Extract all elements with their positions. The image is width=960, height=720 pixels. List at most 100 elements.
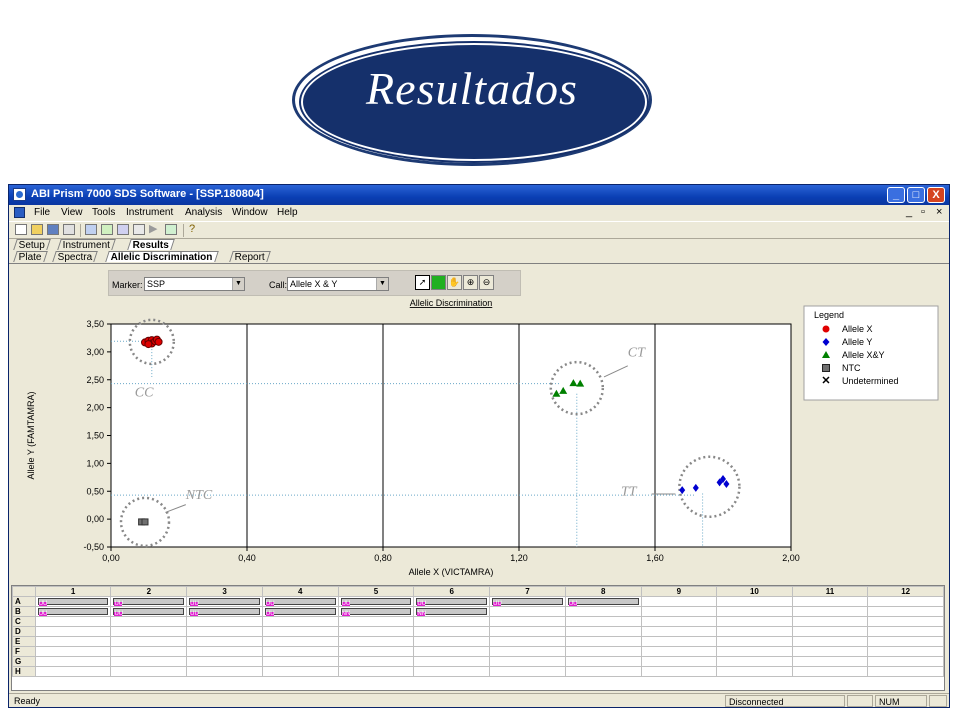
plate-well-empty[interactable] <box>110 626 188 637</box>
plate-well-empty[interactable] <box>716 656 793 667</box>
plate-well-empty[interactable] <box>791 646 869 657</box>
tab-instrument[interactable]: Instrument <box>57 239 117 251</box>
plate-well-empty[interactable] <box>791 626 869 637</box>
plate-well-empty[interactable] <box>867 636 944 647</box>
plate-well[interactable]: UU <box>34 596 112 607</box>
plate-well-empty[interactable] <box>413 636 491 647</box>
plate-well-empty[interactable] <box>867 646 944 657</box>
tab-spectra[interactable]: Spectra <box>52 251 99 263</box>
plate-well-empty[interactable] <box>867 626 944 637</box>
mdi-close-button[interactable]: × <box>936 206 942 218</box>
plate-well-empty[interactable] <box>110 636 188 647</box>
plate-well-empty[interactable] <box>186 626 263 637</box>
plate-well-empty[interactable] <box>34 656 112 667</box>
plate-well-empty[interactable] <box>640 656 718 667</box>
plate-column-header[interactable]: 1 <box>34 586 112 597</box>
plate-well-empty[interactable] <box>34 626 112 637</box>
plate-column-header[interactable]: 10 <box>716 586 793 597</box>
plate-well[interactable]: NN <box>413 606 491 617</box>
plate-well-empty[interactable] <box>564 626 642 637</box>
edit-icon[interactable] <box>101 224 113 235</box>
plate-well-empty[interactable] <box>867 616 944 627</box>
menu-window[interactable]: Window <box>232 207 268 218</box>
plate-well-empty[interactable] <box>34 666 112 677</box>
plate-well-empty[interactable] <box>413 616 491 627</box>
plate-well-empty[interactable] <box>716 666 793 677</box>
plate-well-empty[interactable] <box>110 666 188 677</box>
plate-well-empty[interactable] <box>791 596 869 607</box>
plate-well-empty[interactable] <box>791 666 869 677</box>
plate-well-empty[interactable] <box>489 636 566 647</box>
plate-well-empty[interactable] <box>186 616 263 627</box>
plate-well-empty[interactable] <box>564 646 642 657</box>
plate-well-empty[interactable] <box>791 606 869 617</box>
plate-column-header[interactable]: 7 <box>489 586 566 597</box>
plate-well-empty[interactable] <box>337 636 415 647</box>
plate-well-empty[interactable] <box>564 666 642 677</box>
plate-well-empty[interactable] <box>413 626 491 637</box>
menu-tools[interactable]: Tools <box>92 207 115 218</box>
plate-well-empty[interactable] <box>186 636 263 647</box>
menu-help[interactable]: Help <box>277 207 298 218</box>
plate-well-empty[interactable] <box>791 616 869 627</box>
plate-well-empty[interactable] <box>564 656 642 667</box>
plate-well-empty[interactable] <box>261 646 339 657</box>
plate-well-empty[interactable] <box>489 646 566 657</box>
plate-well-empty[interactable] <box>640 626 718 637</box>
plate-well[interactable]: UU <box>489 596 566 607</box>
plate-well-empty[interactable] <box>186 646 263 657</box>
plate-well-empty[interactable] <box>337 626 415 637</box>
plate-well-empty[interactable] <box>867 656 944 667</box>
plate-well-empty[interactable] <box>489 616 566 627</box>
plate-well-empty[interactable] <box>791 636 869 647</box>
document-icon[interactable] <box>14 207 25 218</box>
plate-well-empty[interactable] <box>337 666 415 677</box>
plate-well[interactable]: UU <box>261 596 339 607</box>
plate-column-header[interactable]: 12 <box>867 586 944 597</box>
save-icon[interactable] <box>47 224 59 235</box>
window-icon[interactable] <box>133 224 145 235</box>
plate-well-empty[interactable] <box>640 646 718 657</box>
mdi-restore-button[interactable]: ▫ <box>921 206 925 218</box>
plate-well-empty[interactable] <box>489 656 566 667</box>
plate-well-empty[interactable] <box>34 646 112 657</box>
menu-instrument[interactable]: Instrument <box>126 207 173 218</box>
plate-column-header[interactable]: 3 <box>186 586 263 597</box>
plate-column-header[interactable]: 5 <box>337 586 415 597</box>
plate-well-empty[interactable] <box>716 596 793 607</box>
plate-well[interactable]: NN <box>337 606 415 617</box>
plate-row-header[interactable]: H <box>12 666 36 677</box>
plate-column-header[interactable]: 9 <box>640 586 718 597</box>
plate-well-empty[interactable] <box>640 636 718 647</box>
maximize-button[interactable]: □ <box>907 187 925 203</box>
plate-row-header[interactable]: A <box>12 596 36 607</box>
plate-well-empty[interactable] <box>640 606 718 617</box>
plate-row-header[interactable]: G <box>12 656 36 667</box>
plate-well[interactable]: UU <box>186 606 263 617</box>
plate-well[interactable]: UU <box>186 596 263 607</box>
plate-well-empty[interactable] <box>261 626 339 637</box>
plate-well-empty[interactable] <box>110 646 188 657</box>
plate-well[interactable]: UU <box>110 606 188 617</box>
plate-well-empty[interactable] <box>489 626 566 637</box>
report-icon[interactable] <box>85 224 97 235</box>
plate-column-header[interactable]: 6 <box>413 586 491 597</box>
plate-row-header[interactable]: C <box>12 616 36 627</box>
plate-well-empty[interactable] <box>261 616 339 627</box>
new-file-icon[interactable] <box>15 224 27 235</box>
tab-report[interactable]: Report <box>229 251 271 263</box>
plate-well-empty[interactable] <box>867 606 944 617</box>
plate-well-empty[interactable] <box>186 666 263 677</box>
menu-analysis[interactable]: Analysis <box>185 207 222 218</box>
plate-row-header[interactable]: D <box>12 626 36 637</box>
tab-allelic-discrimination[interactable]: Allelic Discrimination <box>105 251 219 263</box>
plate-well[interactable]: UU <box>110 596 188 607</box>
plate-well-empty[interactable] <box>564 636 642 647</box>
plate-column-header[interactable]: 11 <box>791 586 869 597</box>
plate-well-empty[interactable] <box>110 616 188 627</box>
plate-row-header[interactable]: F <box>12 646 36 657</box>
mdi-minimize-button[interactable]: _ <box>906 206 912 218</box>
plate-well-empty[interactable] <box>34 636 112 647</box>
plate-well-empty[interactable] <box>640 596 718 607</box>
plate-well-empty[interactable] <box>413 646 491 657</box>
